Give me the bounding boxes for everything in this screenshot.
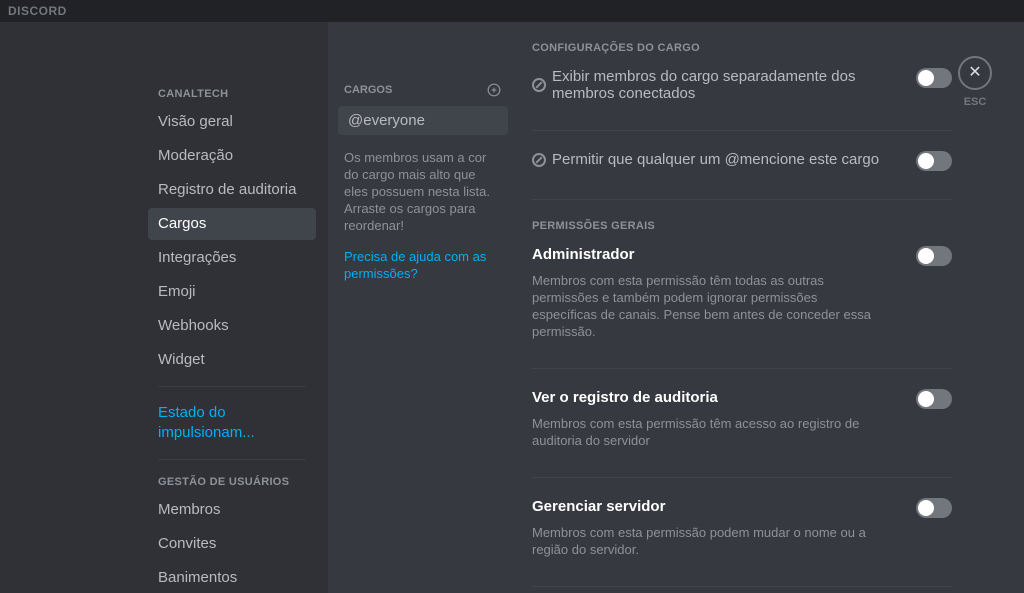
close-button[interactable]: ✕ (958, 56, 992, 90)
sidebar-item-integrations[interactable]: Integrações (148, 242, 316, 274)
settings-sidebar: CANALTECH Visão geral Moderação Registro… (0, 22, 328, 593)
sidebar-divider (158, 386, 306, 387)
role-settings-heading: CONFIGURAÇÕES DO CARGO (532, 42, 952, 54)
sidebar-item-overview[interactable]: Visão geral (148, 106, 316, 138)
close-settings: ✕ ESC (958, 56, 992, 108)
sidebar-item-audit-log[interactable]: Registro de auditoria (148, 174, 316, 206)
sidebar-item-widget[interactable]: Widget (148, 344, 316, 376)
sidebar-item-moderation[interactable]: Moderação (148, 140, 316, 172)
perm-title-view-audit: Ver o registro de auditoria (532, 389, 718, 406)
divider (532, 368, 952, 369)
sidebar-item-roles[interactable]: Cargos (148, 208, 316, 240)
divider (532, 199, 952, 200)
divider (532, 586, 952, 587)
sidebar-server-heading: CANALTECH (148, 82, 316, 106)
perm-desc-manage-server: Membros com esta permissão podem mudar o… (532, 524, 872, 558)
roles-note: Os membros usam a cor do cargo mais alto… (338, 135, 508, 234)
add-role-icon[interactable] (486, 82, 502, 98)
sidebar-divider (158, 459, 306, 460)
app-name: Discord (8, 4, 67, 18)
toggle-administrator[interactable] (916, 246, 952, 266)
setting-allow-mention: Permitir que qualquer um @mencione este … (532, 151, 879, 168)
divider (532, 130, 952, 131)
role-item-everyone[interactable]: @everyone (338, 106, 508, 135)
sidebar-item-boost-status[interactable]: Estado do impulsionam... (148, 397, 316, 449)
sidebar-item-webhooks[interactable]: Webhooks (148, 310, 316, 342)
setting-display-separate: Exibir membros do cargo separadamente do… (532, 68, 900, 102)
general-perms-heading: PERMISSÕES GERAIS (532, 220, 952, 232)
roles-column: CARGOS @everyone Os membros usam a cor d… (328, 22, 518, 593)
toggle-display-separate[interactable] (916, 68, 952, 88)
sidebar-user-mgmt-heading: GESTÃO DE USUÁRIOS (148, 470, 316, 494)
title-bar: Discord (0, 0, 1024, 22)
roles-heading: CARGOS (344, 84, 392, 96)
close-icon: ✕ (968, 65, 981, 81)
perm-title-manage-server: Gerenciar servidor (532, 498, 665, 515)
perm-desc-administrator: Membros com esta permissão têm todas as … (532, 272, 872, 340)
sidebar-item-invites[interactable]: Convites (148, 528, 316, 560)
perm-desc-view-audit: Membros com esta permissão têm acesso ao… (532, 415, 872, 449)
sidebar-item-bans[interactable]: Banimentos (148, 562, 316, 593)
esc-label: ESC (964, 96, 987, 108)
forbidden-icon (532, 78, 546, 92)
roles-help-link[interactable]: Precisa de ajuda com as permissões? (338, 234, 508, 282)
sidebar-item-members[interactable]: Membros (148, 494, 316, 526)
perm-title-administrator: Administrador (532, 246, 635, 263)
toggle-allow-mention[interactable] (916, 151, 952, 171)
main-layout: CANALTECH Visão geral Moderação Registro… (0, 22, 1024, 593)
toggle-manage-server[interactable] (916, 498, 952, 518)
role-settings-content: CONFIGURAÇÕES DO CARGO Exibir membros do… (518, 22, 1024, 593)
divider (532, 477, 952, 478)
forbidden-icon (532, 153, 546, 167)
toggle-view-audit[interactable] (916, 389, 952, 409)
sidebar-item-emoji[interactable]: Emoji (148, 276, 316, 308)
